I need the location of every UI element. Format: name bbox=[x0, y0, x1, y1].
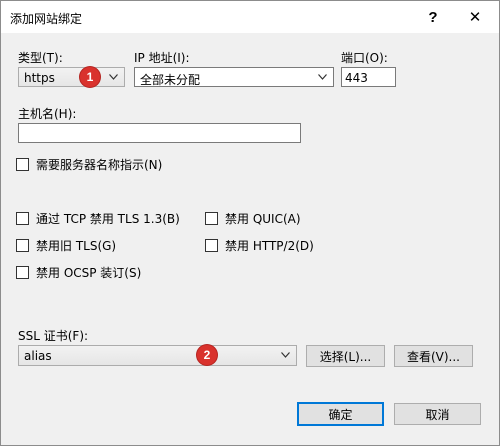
select-certificate-button[interactable]: 选择(L)... bbox=[306, 345, 385, 367]
ip-address-label: IP 地址(I): bbox=[134, 51, 190, 65]
disable-legacy-tls-label: 禁用旧 TLS(G) bbox=[36, 239, 117, 253]
hostname-label: 主机名(H): bbox=[18, 107, 77, 121]
disable-quic-label: 禁用 QUIC(A) bbox=[225, 212, 301, 226]
disable-legacy-tls-checkbox[interactable]: 禁用旧 TLS(G) bbox=[16, 237, 116, 254]
sni-label: 需要服务器名称指示(N) bbox=[36, 158, 163, 172]
disable-http2-label: 禁用 HTTP/2(D) bbox=[225, 239, 314, 253]
checkbox-box[interactable] bbox=[16, 212, 29, 225]
close-icon[interactable]: ✕ bbox=[461, 5, 489, 29]
checkbox-box[interactable] bbox=[16, 239, 29, 252]
disable-tls13-label: 通过 TCP 禁用 TLS 1.3(B) bbox=[36, 212, 180, 226]
checkbox-box[interactable] bbox=[205, 239, 218, 252]
type-dropdown[interactable]: https bbox=[18, 67, 125, 87]
step-badge-1: 1 bbox=[80, 67, 100, 87]
help-button[interactable]: ? bbox=[419, 5, 447, 29]
dialog-title: 添加网站绑定 bbox=[10, 12, 83, 26]
chevron-down-icon bbox=[109, 74, 118, 80]
cancel-button[interactable]: 取消 bbox=[394, 403, 481, 425]
hostname-input[interactable] bbox=[18, 123, 301, 143]
disable-http2-checkbox[interactable]: 禁用 HTTP/2(D) bbox=[205, 237, 314, 254]
port-value: 443 bbox=[345, 71, 368, 85]
add-site-binding-dialog: 添加网站绑定 ? ✕ 类型(T): https 1 IP 地址(I): 全部未分… bbox=[0, 0, 500, 446]
ssl-certificate-dropdown[interactable]: alias bbox=[18, 345, 297, 366]
ip-address-value: 全部未分配 bbox=[140, 73, 201, 87]
ok-button[interactable]: 确定 bbox=[297, 402, 384, 426]
ssl-certificate-value: alias bbox=[24, 349, 52, 363]
disable-quic-checkbox[interactable]: 禁用 QUIC(A) bbox=[205, 210, 301, 227]
chevron-down-icon bbox=[318, 74, 327, 80]
type-value: https bbox=[24, 71, 55, 85]
view-certificate-button[interactable]: 查看(V)... bbox=[394, 345, 473, 367]
checkbox-box[interactable] bbox=[205, 212, 218, 225]
step-badge-2: 2 bbox=[197, 345, 217, 365]
ssl-certificate-label: SSL 证书(F): bbox=[18, 329, 89, 343]
disable-ocsp-stapling-checkbox[interactable]: 禁用 OCSP 装订(S) bbox=[16, 264, 141, 281]
checkbox-box[interactable] bbox=[16, 266, 29, 279]
ip-address-dropdown[interactable]: 全部未分配 bbox=[134, 67, 334, 87]
type-label: 类型(T): bbox=[18, 51, 63, 65]
checkbox-box[interactable] bbox=[16, 158, 29, 171]
disable-tls13-over-tcp-checkbox[interactable]: 通过 TCP 禁用 TLS 1.3(B) bbox=[16, 210, 180, 227]
disable-ocsp-stapling-label: 禁用 OCSP 装订(S) bbox=[36, 266, 142, 280]
port-input[interactable]: 443 bbox=[341, 67, 396, 87]
sni-checkbox[interactable]: 需要服务器名称指示(N) bbox=[16, 156, 162, 173]
port-label: 端口(O): bbox=[341, 51, 388, 65]
title-bar: 添加网站绑定 ? ✕ bbox=[1, 1, 499, 33]
chevron-down-icon bbox=[281, 352, 290, 358]
